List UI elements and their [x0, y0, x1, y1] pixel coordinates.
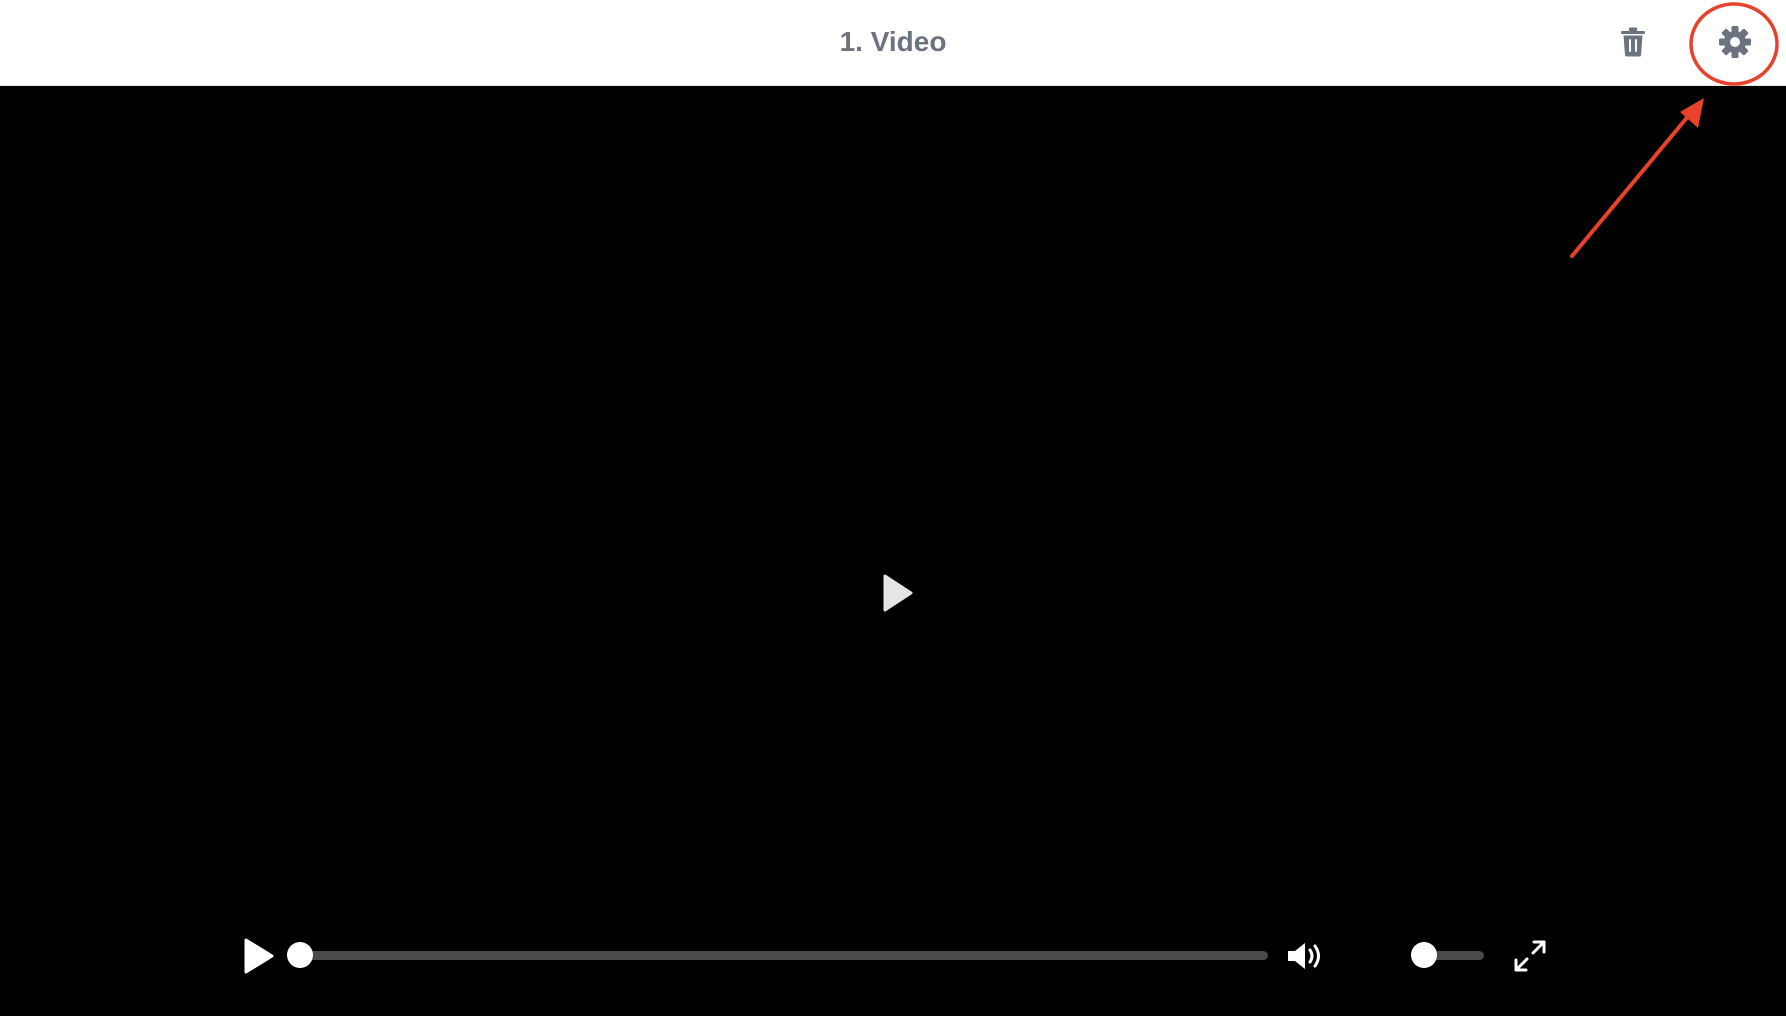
fullscreen-button[interactable] — [1510, 936, 1550, 976]
seek-bar[interactable] — [287, 942, 1268, 968]
play-icon — [883, 574, 913, 612]
block-title: 1. Video — [839, 26, 947, 57]
center-play-button[interactable] — [878, 573, 918, 613]
volume-slider[interactable] — [1411, 942, 1484, 968]
play-icon — [244, 938, 274, 974]
expand-icon — [1514, 940, 1546, 972]
app-window: 1. Video — [0, 0, 1786, 1016]
volume-thumb[interactable] — [1411, 942, 1437, 968]
gear-icon — [1719, 26, 1751, 58]
volume-high-icon — [1288, 943, 1320, 969]
seek-thumb[interactable] — [287, 942, 313, 968]
play-button[interactable] — [238, 934, 280, 978]
video-player[interactable] — [0, 86, 1786, 1016]
mute-button[interactable] — [1284, 936, 1328, 976]
player-controls — [0, 928, 1786, 984]
seek-track — [300, 951, 1268, 960]
settings-button[interactable] — [1715, 22, 1755, 62]
delete-button[interactable] — [1613, 22, 1653, 62]
trash-icon — [1621, 27, 1645, 57]
block-header: 1. Video — [0, 0, 1786, 86]
